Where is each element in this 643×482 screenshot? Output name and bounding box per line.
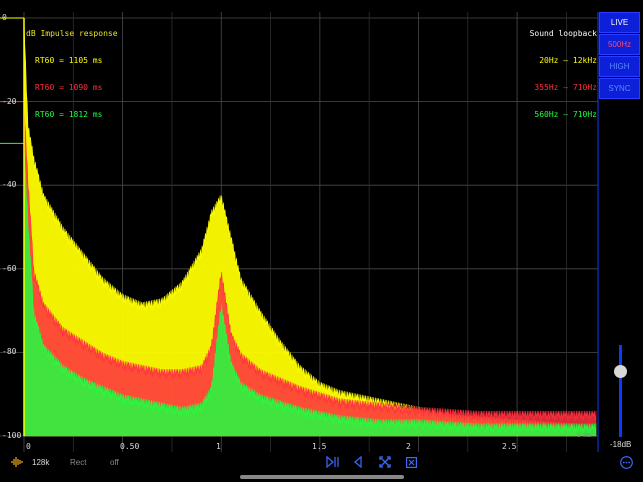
y-tick-0: 0	[2, 13, 7, 22]
x-tick-5: 2.5	[502, 442, 517, 451]
legend-left: dB Impulse response RT60 = 1105 ms RT60 …	[26, 11, 118, 137]
side-panel: LIVE 500Hz HIGH SYNC	[599, 12, 642, 104]
high-button[interactable]: HIGH	[599, 56, 640, 77]
y-tick-3: -60	[2, 264, 17, 273]
sync-button[interactable]: SYNC	[599, 78, 640, 99]
y-tick-2: -40	[2, 180, 17, 189]
waveform-icon[interactable]	[10, 455, 24, 469]
legend-rt60-red: RT60 = 1090 ms	[35, 83, 103, 92]
y-tick-4: -80	[2, 347, 17, 356]
legend-band-red: 355Hz – 710Hz	[534, 83, 597, 92]
legend-left-title: dB Impulse response	[26, 29, 118, 38]
corner-note: s ms	[577, 432, 592, 439]
x-tick-3: 1.5	[312, 442, 327, 451]
legend-band-yellow: 20Hz – 12kHz	[539, 56, 597, 65]
x-tick-2: 1	[216, 442, 221, 451]
x-tick-1: 0.50	[120, 442, 140, 451]
sample-rate-label[interactable]: 128k	[32, 458, 49, 467]
live-button[interactable]: LIVE	[599, 12, 640, 33]
legend-right-title: Sound loopback	[529, 29, 597, 38]
play-pause-icon[interactable]	[326, 455, 340, 469]
legend-band-green: 560Hz – 710Hz	[534, 110, 597, 119]
x-tick-4: 2	[406, 442, 411, 451]
home-indicator[interactable]	[240, 475, 404, 479]
gain-slider-track[interactable]	[619, 345, 622, 437]
state-label[interactable]: off	[110, 458, 119, 467]
gain-value: -18dB	[610, 440, 632, 449]
expand-icon[interactable]	[378, 455, 392, 469]
app-root: 0 -20 -40 -60 -80 -100 0 0.50 1 1.5 2 2.…	[0, 0, 643, 482]
y-tick-5: -100	[2, 431, 22, 440]
legend-rt60-green: RT60 = 1812 ms	[35, 110, 103, 119]
window-label[interactable]: Rect	[70, 458, 86, 467]
gain-slider-thumb[interactable]	[614, 365, 627, 378]
legend-rt60-yellow: RT60 = 1105 ms	[35, 56, 103, 65]
step-back-icon[interactable]	[351, 455, 365, 469]
more-icon[interactable]	[619, 455, 633, 469]
y-tick-1: -20	[2, 97, 17, 106]
freq-500hz-button[interactable]: 500Hz	[599, 34, 640, 55]
legend-right: Sound loopback 20Hz – 12kHz 355Hz – 710H…	[530, 11, 597, 137]
x-tick-0: 0	[26, 442, 31, 451]
close-box-icon[interactable]	[404, 455, 418, 469]
